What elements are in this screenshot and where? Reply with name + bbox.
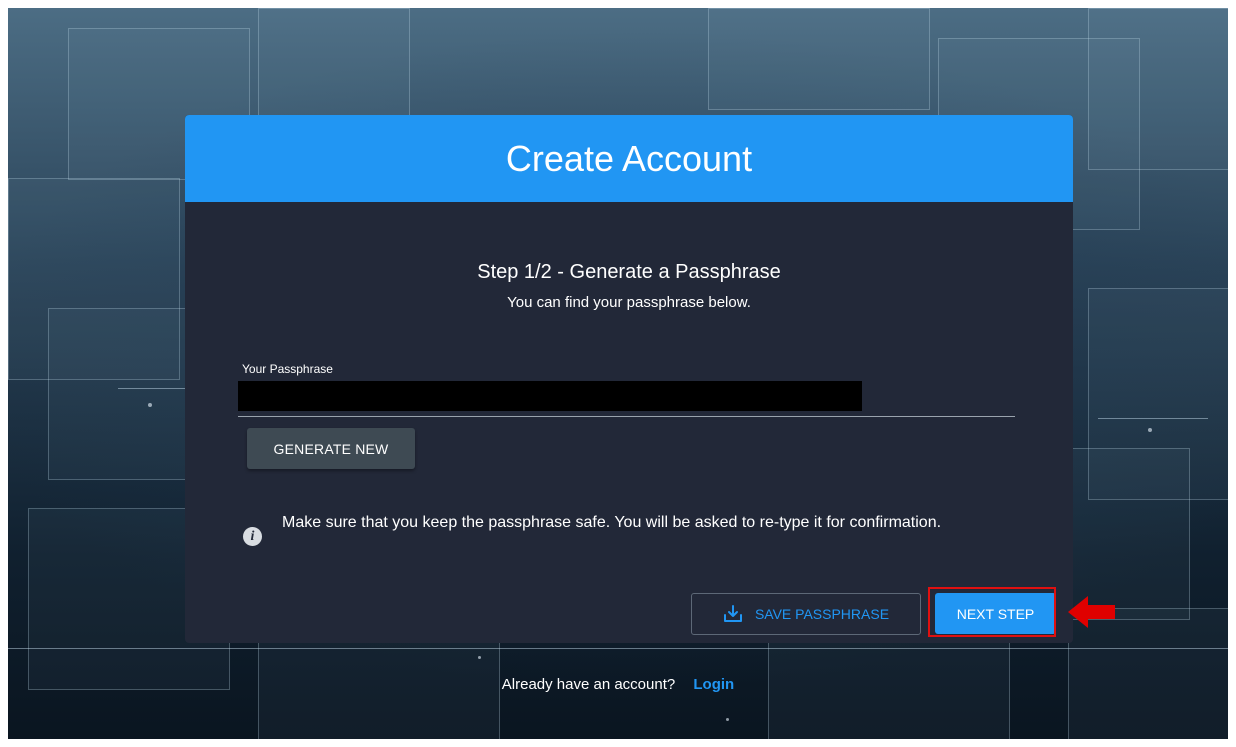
- generate-new-button[interactable]: GENERATE NEW: [247, 428, 415, 469]
- save-passphrase-button[interactable]: SAVE PASSPHRASE: [691, 593, 921, 635]
- footer-prompt: Already have an account?: [501, 676, 676, 693]
- passphrase-field[interactable]: [238, 381, 862, 411]
- info-message: i Make sure that you keep the passphrase…: [243, 510, 1023, 546]
- passphrase-label: Your Passphrase: [242, 362, 333, 376]
- card-header: Create Account: [185, 115, 1073, 202]
- info-icon: i: [243, 527, 262, 546]
- save-passphrase-label: SAVE PASSPHRASE: [754, 606, 890, 622]
- info-text: Make sure that you keep the passphrase s…: [282, 514, 942, 531]
- create-account-card: Create Account Step 1/2 - Generate a Pas…: [185, 115, 1073, 643]
- download-icon: [723, 605, 742, 622]
- arrow-left-icon: [1068, 596, 1115, 628]
- next-step-highlight: [928, 587, 1056, 637]
- footer: Already have an account? Login: [0, 676, 1236, 693]
- login-link[interactable]: Login: [693, 676, 734, 693]
- step-subtitle: You can find your passphrase below.: [507, 294, 751, 311]
- card-title: Create Account: [505, 137, 753, 179]
- passphrase-underline: [238, 416, 1015, 417]
- step-title: Step 1/2 - Generate a Passphrase: [477, 261, 781, 283]
